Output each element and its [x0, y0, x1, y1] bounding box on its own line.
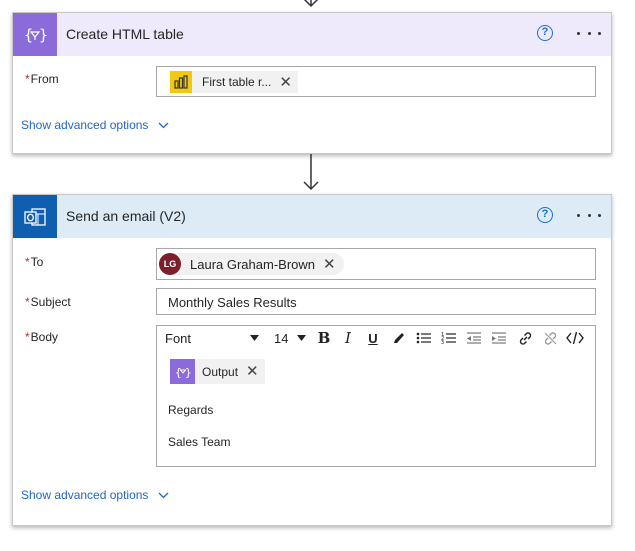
html-table-icon: { }	[13, 13, 57, 56]
down-arrow-icon	[303, 0, 319, 8]
close-icon[interactable]: ✕	[323, 257, 336, 272]
font-select[interactable]: Font	[161, 326, 263, 350]
svg-text:}: }	[39, 26, 47, 44]
recipient-token[interactable]: LG Laura Graham-Brown ✕	[159, 253, 344, 275]
increase-indent-icon[interactable]	[488, 326, 510, 350]
from-token[interactable]: First table r... ✕	[170, 71, 298, 93]
avatar: LG	[159, 253, 181, 275]
underline-icon[interactable]: U	[363, 326, 383, 350]
show-advanced-options-link[interactable]: Show advanced options	[21, 488, 169, 502]
bold-icon[interactable]: B	[314, 326, 334, 350]
power-bi-icon	[170, 71, 192, 93]
card-header[interactable]: Send an email (V2) ?	[13, 195, 611, 238]
code-view-icon[interactable]	[563, 326, 587, 350]
caret-down-icon	[297, 335, 306, 341]
link-icon[interactable]	[514, 326, 536, 350]
subject-field[interactable]: Monthly Sales Results	[156, 288, 596, 315]
from-label: *From	[25, 72, 59, 86]
close-icon[interactable]: ✕	[279, 75, 292, 90]
subject-label: *Subject	[25, 295, 71, 309]
svg-text:3: 3	[441, 340, 444, 345]
close-icon[interactable]: ✕	[246, 364, 259, 379]
caret-down-icon	[250, 335, 259, 341]
html-table-icon: { }	[170, 359, 195, 384]
show-advanced-options-link[interactable]: Show advanced options	[21, 118, 169, 132]
output-token[interactable]: { } Output ✕	[170, 359, 265, 384]
create-html-table-card: { } Create HTML table ? *From First tabl…	[12, 12, 612, 154]
font-size-select[interactable]: 14	[271, 326, 309, 350]
body-label: *Body	[25, 330, 59, 344]
token-label: Output	[202, 364, 239, 379]
decrease-indent-icon[interactable]	[463, 326, 485, 350]
card-header[interactable]: { } Create HTML table ?	[13, 13, 611, 56]
bullet-list-icon[interactable]	[413, 326, 435, 350]
unlink-icon[interactable]	[539, 326, 561, 350]
outlook-icon	[13, 195, 57, 238]
svg-text:{: {	[175, 366, 182, 379]
help-icon[interactable]: ?	[537, 207, 553, 223]
connector-arrow	[302, 154, 320, 192]
italic-icon[interactable]: I	[338, 326, 358, 350]
more-icon[interactable]	[577, 205, 601, 225]
card-title: Create HTML table	[66, 26, 184, 42]
svg-text:{: {	[24, 26, 33, 44]
from-field[interactable]: First table r... ✕	[156, 66, 596, 97]
highlight-icon[interactable]	[389, 326, 409, 350]
recipient-name: Laura Graham-Brown	[190, 256, 315, 272]
card-title: Send an email (V2)	[66, 208, 186, 224]
chevron-down-icon	[158, 122, 169, 128]
body-text-line: Sales Team	[168, 435, 231, 449]
subject-value: Monthly Sales Results	[168, 295, 297, 310]
to-field[interactable]: LG Laura Graham-Brown ✕	[156, 248, 596, 280]
down-arrow-icon	[303, 154, 319, 191]
svg-text:}: }	[185, 366, 191, 379]
chevron-down-icon	[158, 492, 169, 498]
body-text-line: Regards	[168, 403, 214, 417]
numbered-list-icon[interactable]: 1 2 3	[438, 326, 460, 350]
connector-arrow-top	[302, 0, 320, 10]
token-label: First table r...	[202, 75, 272, 89]
editor-toolbar: Font 14 B I U 1 2 3	[157, 326, 595, 350]
more-icon[interactable]	[577, 23, 601, 43]
help-icon[interactable]: ?	[537, 25, 553, 41]
to-label: *To	[25, 255, 44, 269]
send-email-card: Send an email (V2) ? *To LG Laura Graham…	[12, 194, 612, 526]
body-editor[interactable]: Font 14 B I U 1 2 3 {} Output ✕ Regards…	[156, 325, 596, 467]
